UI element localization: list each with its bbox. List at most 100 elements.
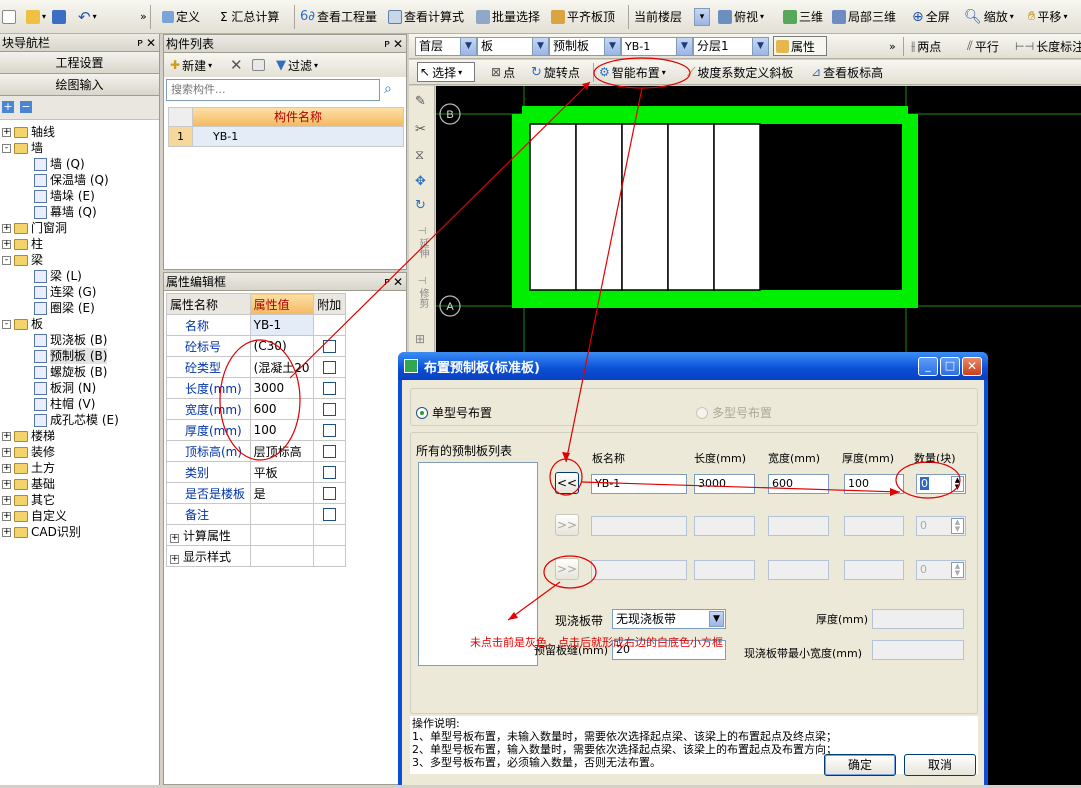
slab-width-field-2[interactable] — [768, 516, 829, 536]
tree-item[interactable]: 梁 (L) — [34, 268, 82, 284]
expand-icon[interactable]: + — [2, 495, 11, 505]
tree-item[interactable]: + 柱 — [2, 236, 43, 252]
layer-select[interactable]: 分层1 ▼ — [693, 37, 769, 56]
save-icon[interactable] — [52, 9, 67, 24]
strip-thickness-field[interactable] — [872, 609, 964, 629]
property-value[interactable]: (混凝土20 — [249, 356, 315, 378]
expand-icon[interactable]: + — [2, 463, 11, 473]
floor-dropdown-button[interactable]: ▾ — [694, 8, 710, 26]
spin-icon[interactable]: ▲ ▼ — [951, 562, 964, 578]
move-icon[interactable]: ✥ — [415, 174, 426, 189]
scissors-icon[interactable]: ✂ — [415, 122, 426, 137]
property-row[interactable]: 名称 YB-1 — [166, 314, 346, 336]
min-width-field[interactable] — [872, 640, 964, 660]
move-left-button[interactable]: << — [555, 472, 579, 494]
collapse-icon[interactable]: - — [2, 143, 11, 153]
view-formula-button[interactable]: 查看计算式 — [386, 0, 466, 33]
expand-icon[interactable]: + — [2, 447, 11, 457]
batch-select-button[interactable]: 批量选择 — [474, 0, 542, 33]
checkbox[interactable] — [323, 403, 337, 416]
checkbox[interactable] — [323, 340, 337, 353]
drawing-input-tab[interactable]: 绘图输入 — [0, 74, 159, 96]
slab-thickness-field-2[interactable] — [844, 516, 904, 536]
property-row[interactable]: 类别 平板 — [166, 461, 346, 483]
tree-item[interactable]: -梁 — [2, 252, 43, 268]
tree-item[interactable]: + 门窗洞 — [2, 220, 67, 236]
subtype-select[interactable]: 预制板 ▼ — [549, 37, 621, 56]
tree-item[interactable]: 圈梁 (E) — [34, 300, 95, 316]
property-value[interactable]: 600 — [249, 398, 315, 420]
select-button[interactable]: ↖ 选择 ▾ — [417, 62, 475, 82]
new-file-icon[interactable] — [2, 9, 16, 24]
slab-length-field-3[interactable] — [694, 560, 755, 580]
single-type-radio[interactable]: 单型号布置 — [416, 404, 492, 421]
search-input[interactable]: 搜索构件... — [166, 79, 380, 101]
filter-button[interactable]: ▼ 过滤 ▾ — [274, 53, 320, 77]
chevron-down-icon[interactable]: ▼ — [460, 38, 476, 55]
tree-item[interactable]: + 土方 — [2, 460, 55, 476]
local-three-d-button[interactable]: 局部三维 — [830, 0, 898, 33]
type-select[interactable]: 板 ▼ — [477, 37, 549, 56]
delete-icon[interactable]: ✕ — [228, 53, 245, 77]
chevron-down-icon[interactable]: ▼ — [709, 611, 724, 627]
chevron-down-icon[interactable]: ▾ — [93, 12, 97, 21]
offset-icon[interactable]: ⊞ — [415, 332, 425, 346]
property-row[interactable]: 顶标高(m) 层顶标高 — [166, 440, 346, 462]
new-button[interactable]: ✚ 新建 ▾ — [168, 53, 214, 77]
point-button[interactable]: ⊠ 点 — [489, 60, 517, 84]
expand-icon[interactable]: + — [2, 479, 11, 489]
move-right-button[interactable]: >> — [555, 514, 579, 536]
tree-item[interactable]: 连梁 (G) — [34, 284, 96, 300]
tree-item[interactable]: + 装修 — [2, 444, 55, 460]
view-elevation-button[interactable]: ⊿ 查看板标高 — [809, 60, 885, 84]
maximize-icon[interactable]: □ — [940, 357, 960, 376]
expand-icon[interactable]: + — [2, 527, 11, 537]
close-icon[interactable]: ✕ — [393, 35, 403, 53]
tree-item[interactable]: + 自定义 — [2, 508, 67, 524]
property-group[interactable]: + 显示样式 — [166, 545, 251, 567]
property-value[interactable]: 100 — [249, 419, 315, 441]
pin-icon[interactable]: ᴘ — [384, 273, 390, 291]
more-icon[interactable]: » — [138, 0, 149, 33]
summary-button[interactable]: Σ 汇总计算 — [218, 0, 281, 33]
precast-panel[interactable] — [575, 123, 623, 291]
three-d-button[interactable]: 三维 — [781, 0, 825, 33]
define-button[interactable]: 定义 — [160, 0, 202, 33]
tree-item[interactable]: 螺旋板 (B) — [34, 364, 107, 380]
slope-define-button[interactable]: ⟋ 坡度系数定义斜板 — [685, 60, 795, 84]
length-label-button[interactable]: ⊢⊣ 长度标注 — [1013, 34, 1081, 58]
tree-item[interactable]: 现浇板 (B) — [34, 332, 107, 348]
slab-thickness-field-3[interactable] — [844, 560, 904, 580]
parallel-button[interactable]: ⫽ 平行 — [965, 34, 1001, 58]
copy-icon[interactable] — [250, 53, 267, 77]
move-right-button[interactable]: >> — [555, 558, 579, 580]
pin-icon[interactable]: ᴘ — [384, 35, 390, 53]
expand-icon[interactable]: + — [2, 511, 11, 521]
slab-name-field-3[interactable] — [591, 560, 687, 580]
extend-tool[interactable]: ⊣ 延伸 — [414, 226, 430, 262]
view-mode-button[interactable]: 俯视 ▾ — [716, 0, 766, 33]
multi-type-radio[interactable]: 多型号布置 — [696, 404, 772, 421]
tree-item[interactable]: 墙垛 (E) — [34, 188, 95, 204]
property-row[interactable]: 备注 — [166, 503, 346, 525]
collapse-icon[interactable]: - — [2, 319, 11, 329]
more-icon[interactable]: » — [887, 34, 898, 58]
slab-count-stepper[interactable]: 0 ▲ ▼ — [916, 474, 966, 494]
expand-all-icon[interactable]: + — [2, 101, 14, 113]
spin-icon[interactable]: ▲ ▼ — [951, 518, 964, 534]
precast-panel[interactable] — [667, 123, 715, 291]
floor-select[interactable]: 首层 ▼ — [415, 37, 477, 56]
rotate-icon[interactable]: ↻ — [415, 198, 426, 213]
rotate-point-button[interactable]: ↻ 旋转点 — [529, 60, 582, 84]
collapse-all-icon[interactable]: − — [20, 101, 32, 113]
cancel-button[interactable]: 取消 — [904, 754, 976, 776]
close-icon[interactable]: ✕ — [962, 357, 982, 376]
slab-name-field[interactable]: YB-1 — [591, 474, 687, 494]
checkbox[interactable] — [323, 361, 337, 374]
pin-icon[interactable]: ᴘ — [137, 34, 143, 52]
tree-item[interactable]: + 其它 — [2, 492, 55, 508]
precast-panel[interactable] — [621, 123, 669, 291]
slab-width-field-3[interactable] — [768, 560, 829, 580]
checkbox[interactable] — [323, 445, 337, 458]
property-value[interactable]: 层顶标高 — [249, 440, 315, 462]
